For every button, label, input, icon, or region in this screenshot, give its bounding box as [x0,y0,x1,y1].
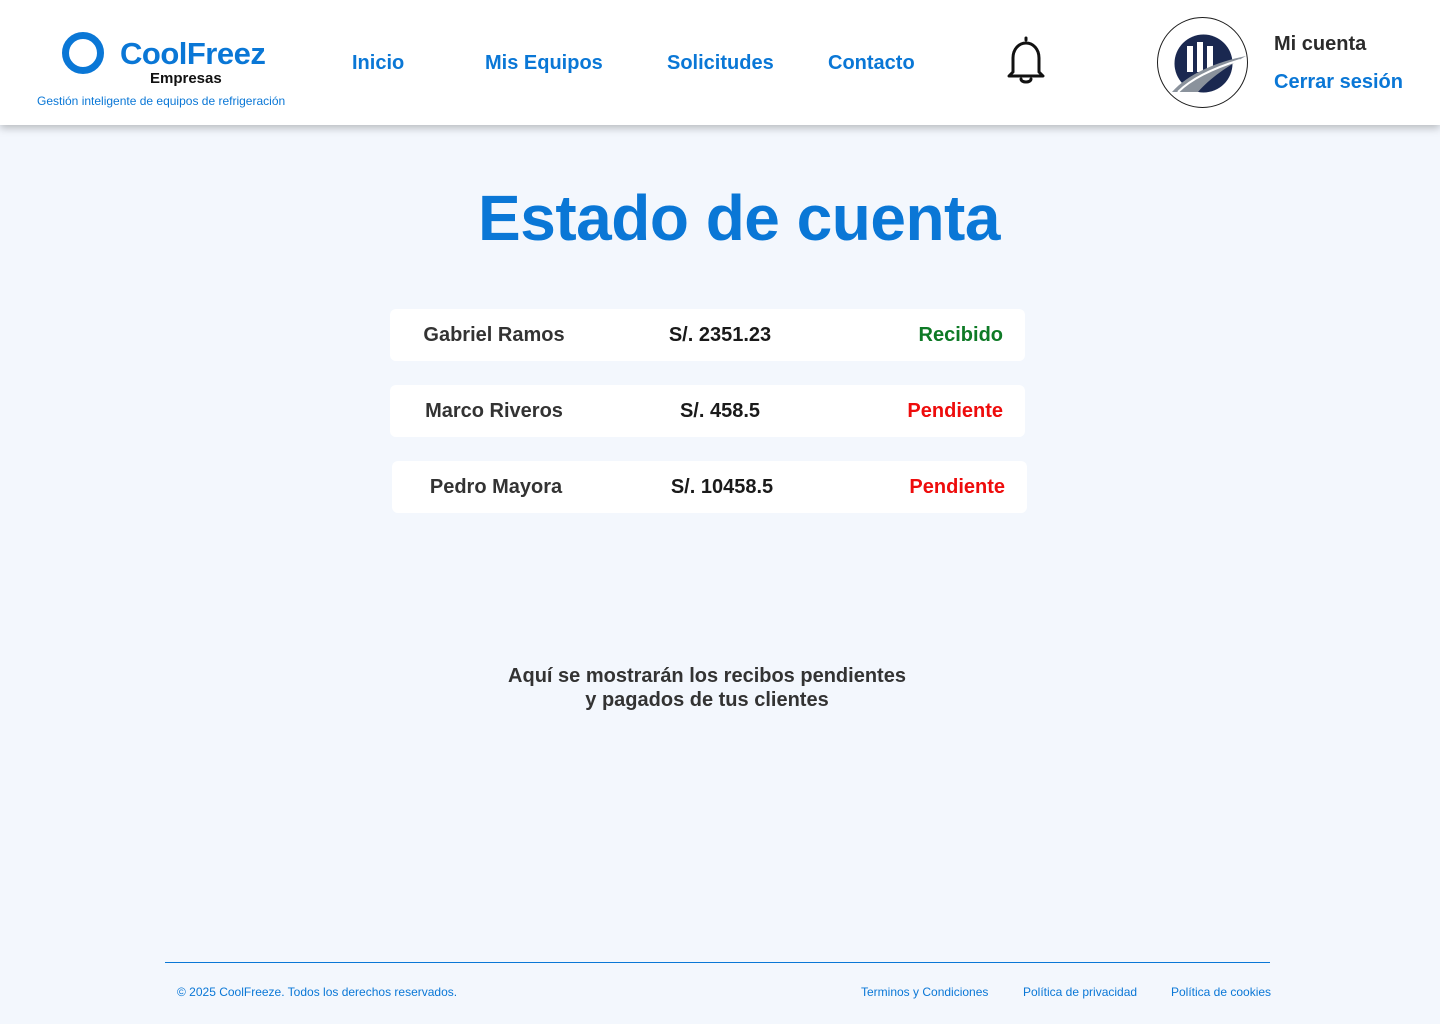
nav-contacto[interactable]: Contacto [828,50,915,76]
footer-divider [165,962,1270,963]
receipt-row[interactable]: Pedro Mayora S/. 10458.5 Pendiente [392,461,1027,513]
receipt-amount: S/. 2351.23 [668,324,772,346]
nav-inicio[interactable]: Inicio [352,50,404,76]
brand-logo[interactable]: CoolFreez Empresas Gestión inteligente d… [0,0,330,125]
my-account-link[interactable]: Mi cuenta [1274,32,1366,56]
receipt-client: Marco Riveros [425,400,563,422]
receipt-row[interactable]: Marco Riveros S/. 458.5 Pendiente [390,385,1025,437]
receipt-status: Pendiente [907,400,1003,422]
nav-solicitudes[interactable]: Solicitudes [667,50,774,76]
brand-subtitle: Empresas [150,70,222,87]
receipt-row[interactable]: Gabriel Ramos S/. 2351.23 Recibido [390,309,1025,361]
brand-name: CoolFreez [120,36,266,71]
page-title: Estado de cuenta [478,182,1000,254]
info-note-line-1: Aquí se mostrarán los recibos pendientes [508,665,906,687]
top-header: CoolFreez Empresas Gestión inteligente d… [0,0,1440,125]
info-note-line-2: y pagados de tus clientes [585,689,829,711]
receipt-status: Pendiente [909,476,1005,498]
logo-ring-icon [62,32,104,74]
brand-tagline: Gestión inteligente de equipos de refrig… [37,94,286,108]
nav-mis-equipos[interactable]: Mis Equipos [485,50,603,76]
footer-link-privacy[interactable]: Política de privacidad [1023,985,1137,999]
receipt-amount: S/. 458.5 [679,400,761,422]
receipt-amount: S/. 10458.5 [670,476,774,498]
info-note: Aquí se mostrarán los recibos pendientes… [0,664,1414,712]
footer-copyright: © 2025 CoolFreeze. Todos los derechos re… [177,985,458,999]
footer-link-cookies[interactable]: Política de cookies [1171,985,1271,999]
bell-icon[interactable] [1004,36,1048,86]
receipt-client: Pedro Mayora [429,476,563,498]
company-avatar[interactable] [1157,17,1248,108]
receipt-status: Recibido [918,324,1003,346]
logout-link[interactable]: Cerrar sesión [1274,70,1403,94]
footer-link-terms[interactable]: Terminos y Condiciones [861,985,988,999]
receipt-client: Gabriel Ramos [423,324,565,346]
